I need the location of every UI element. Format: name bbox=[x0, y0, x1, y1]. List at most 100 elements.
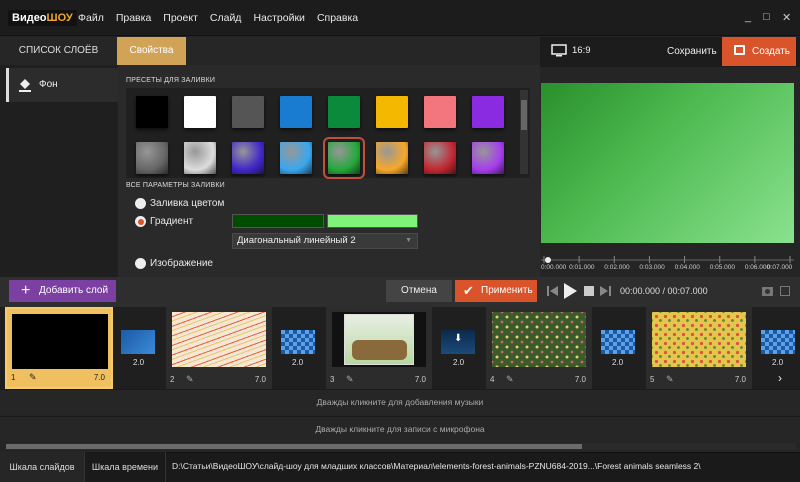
presets-scrollbar[interactable] bbox=[520, 90, 528, 174]
minimize-button[interactable]: _ bbox=[745, 11, 751, 23]
slide-thumbnail bbox=[332, 312, 426, 367]
fill-preset-swatch[interactable] bbox=[424, 96, 456, 128]
tab-properties[interactable]: Свойства bbox=[117, 37, 186, 67]
arrow-down-icon: ⬇ bbox=[454, 333, 463, 344]
fill-preset-swatch[interactable] bbox=[136, 142, 168, 174]
menu-settings[interactable]: Настройки bbox=[253, 12, 305, 24]
slide-item[interactable]: 3 ✎ 7.0 bbox=[326, 307, 432, 389]
radio-image[interactable] bbox=[135, 258, 146, 269]
menu-slide[interactable]: Слайд bbox=[210, 12, 242, 24]
menu-file[interactable]: Файл bbox=[78, 12, 104, 24]
monitor-icon[interactable] bbox=[551, 44, 567, 57]
radio-solid[interactable] bbox=[135, 198, 146, 209]
gradient-type-select[interactable]: Диагональный линейный 2 ▼ bbox=[232, 233, 418, 249]
transition-thumbnail[interactable] bbox=[281, 330, 315, 354]
skip-back-icon[interactable] bbox=[547, 286, 558, 296]
transition-duration: 2.0 bbox=[612, 358, 624, 367]
tab-time-scale[interactable]: Шкала времени bbox=[84, 452, 166, 482]
fill-preset-swatch[interactable] bbox=[280, 142, 312, 174]
radio-gradient[interactable] bbox=[135, 216, 146, 227]
presets-grid bbox=[126, 88, 530, 179]
fill-preset-swatch[interactable] bbox=[232, 96, 264, 128]
tab-layers-list[interactable]: СПИСОК СЛОЁВ bbox=[0, 37, 117, 65]
chevron-right-icon[interactable]: › bbox=[778, 371, 782, 385]
camera-icon bbox=[734, 45, 745, 55]
label-image: Изображение bbox=[150, 258, 213, 269]
fill-preset-swatch[interactable] bbox=[280, 96, 312, 128]
ruler-tick-label: 0:05.000 bbox=[709, 264, 736, 271]
slide-thumbnail bbox=[492, 312, 586, 367]
create-button[interactable]: Создать bbox=[722, 37, 796, 66]
fill-preset-swatch[interactable] bbox=[376, 142, 408, 174]
app-logo: ВидеоШОУ bbox=[8, 10, 77, 26]
mic-track[interactable]: Дважды кликните для записи с микрофона bbox=[0, 416, 800, 441]
stop-icon[interactable] bbox=[584, 286, 594, 296]
transition-duration: 2.0 bbox=[453, 358, 465, 367]
cancel-button[interactable]: Отмена bbox=[386, 280, 452, 302]
fill-preset-swatch[interactable] bbox=[184, 96, 216, 128]
layer-label: Фон bbox=[39, 79, 58, 90]
all-params-title: ВСЕ ПАРАМЕТРЫ ЗАЛИВКИ bbox=[126, 182, 225, 189]
apply-button[interactable]: ✔ Применить bbox=[455, 280, 537, 302]
label-gradient: Градиент bbox=[150, 216, 194, 227]
ruler-tick-label: 0:01.000 bbox=[569, 264, 595, 271]
fill-preset-swatch[interactable] bbox=[184, 142, 216, 174]
presets-title: ПРЕСЕТЫ ДЛЯ ЗАЛИВКИ bbox=[126, 77, 216, 84]
transition-thumbnail[interactable] bbox=[121, 330, 155, 354]
close-button[interactable]: ✕ bbox=[782, 11, 791, 24]
fill-preset-swatch[interactable] bbox=[424, 142, 456, 174]
pencil-icon[interactable]: ✎ bbox=[346, 374, 354, 385]
fill-preset-swatch[interactable] bbox=[323, 137, 365, 179]
preview-ruler[interactable]: 0:00.000 0:01.000 0:02.000 0:03.000 0:04.000… bbox=[541, 252, 794, 276]
pencil-icon[interactable]: ✎ bbox=[506, 374, 514, 385]
play-icon[interactable] bbox=[564, 283, 577, 299]
maximize-button[interactable]: □ bbox=[763, 11, 770, 23]
preview-canvas bbox=[541, 83, 794, 243]
ruler-tick-label: 0:04.000 bbox=[674, 264, 700, 271]
menu-project[interactable]: Проект bbox=[163, 12, 198, 24]
fullscreen-icon[interactable] bbox=[780, 286, 790, 296]
screenshot-icon[interactable] bbox=[762, 286, 773, 296]
menu-edit[interactable]: Правка bbox=[116, 12, 151, 24]
transition-thumbnail[interactable] bbox=[601, 330, 635, 354]
transition-duration: 2.0 bbox=[292, 358, 304, 367]
layer-item-background[interactable]: Фон bbox=[6, 68, 118, 102]
transition-duration: 2.0 bbox=[133, 358, 145, 367]
tab-slide-scale[interactable]: Шкала слайдов bbox=[0, 452, 84, 482]
plus-icon: + bbox=[21, 282, 31, 299]
slide-item[interactable]: 1 ✎ 7.0 bbox=[5, 307, 113, 389]
slide-thumbnail bbox=[652, 312, 746, 367]
slide-item[interactable]: 4 ✎ 7.0 bbox=[486, 307, 592, 389]
paint-bucket-icon bbox=[19, 79, 31, 92]
aspect-ratio[interactable]: 16:9 bbox=[572, 45, 591, 56]
label-solid: Заливка цветом bbox=[150, 198, 225, 209]
pencil-icon[interactable]: ✎ bbox=[29, 372, 37, 383]
fill-preset-swatch[interactable] bbox=[376, 96, 408, 128]
ruler-tick-label: 0:00.000 bbox=[541, 264, 567, 271]
slide-item[interactable]: 2 ✎ 7.0 bbox=[166, 307, 272, 389]
add-layer-button[interactable]: + Добавить слой bbox=[9, 280, 116, 302]
fill-preset-swatch[interactable] bbox=[472, 96, 504, 128]
gradient-color-1[interactable] bbox=[232, 214, 324, 228]
menu-help[interactable]: Справка bbox=[317, 12, 358, 24]
gradient-color-2[interactable] bbox=[327, 214, 418, 228]
slide-item[interactable]: 5 ✎ 7.0 bbox=[646, 307, 752, 389]
fill-preset-swatch[interactable] bbox=[328, 96, 360, 128]
chevron-down-icon: ▼ bbox=[405, 237, 412, 244]
skip-forward-icon[interactable] bbox=[600, 286, 611, 296]
ruler-tick-label: 0:03.000 bbox=[639, 264, 665, 271]
file-path: D:\Статьи\ВидеоШОУ\слайд-шоу для младших… bbox=[172, 461, 701, 471]
ruler-tick-label: 0:07.000 bbox=[767, 264, 793, 271]
save-button[interactable]: Сохранить bbox=[667, 46, 717, 57]
pencil-icon[interactable]: ✎ bbox=[666, 374, 674, 385]
fill-preset-swatch[interactable] bbox=[472, 142, 504, 174]
fill-preset-swatch[interactable] bbox=[136, 96, 168, 128]
timeline-scrollbar[interactable] bbox=[6, 443, 796, 450]
transition-thumbnail[interactable] bbox=[761, 330, 795, 354]
transition-thumbnail[interactable]: ⬇ bbox=[441, 330, 475, 354]
slide-thumbnail bbox=[172, 312, 266, 367]
fill-preset-swatch[interactable] bbox=[232, 142, 264, 174]
pencil-icon[interactable]: ✎ bbox=[186, 374, 194, 385]
menu-bar: Файл Правка Проект Слайд Настройки Справ… bbox=[78, 12, 370, 24]
music-track[interactable]: Дважды кликните для добавления музыки bbox=[0, 389, 800, 414]
